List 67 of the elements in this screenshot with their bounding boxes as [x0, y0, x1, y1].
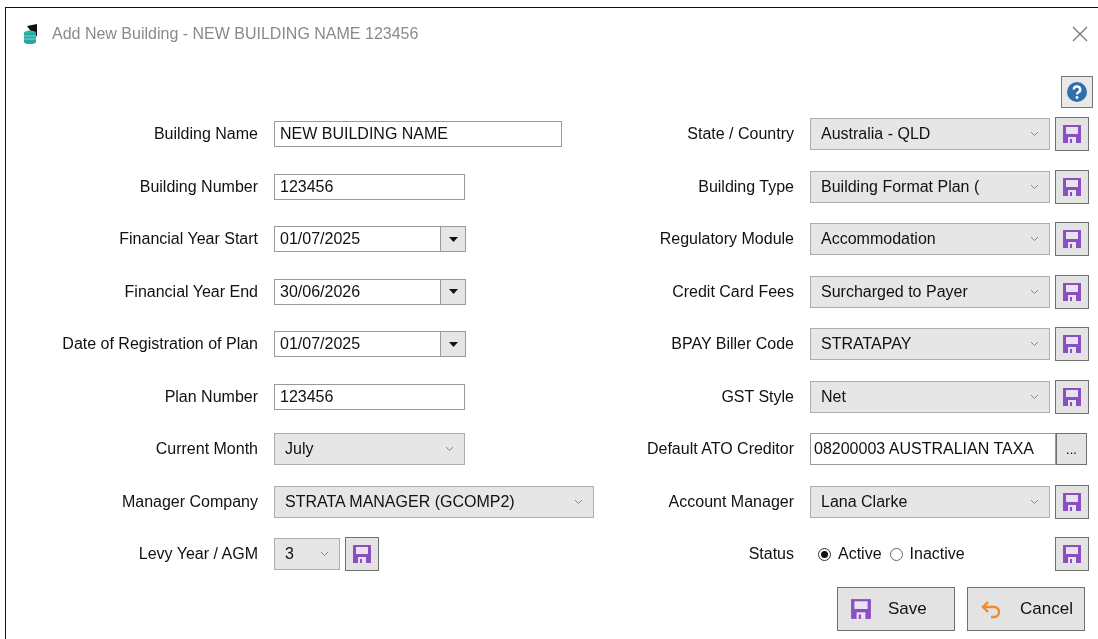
- chevron-down-icon: [1030, 393, 1039, 400]
- chevron-down-icon: [320, 551, 329, 558]
- field-label: GST Style: [720, 387, 795, 406]
- chevron-down-icon: [1030, 131, 1039, 138]
- chevron-down-icon: [1030, 183, 1039, 190]
- field-label: Account Manager: [667, 492, 795, 511]
- radio-option[interactable]: Active: [818, 545, 882, 564]
- save-button[interactable]: [1055, 379, 1089, 414]
- help-icon: [1066, 81, 1088, 103]
- chevron-down-icon: [1030, 236, 1039, 243]
- field-label: Date of Registration of Plan: [61, 335, 259, 354]
- field-label: State / Country: [686, 125, 795, 144]
- chevron-down-icon: [1030, 498, 1039, 505]
- field-label: Default ATO Creditor: [645, 440, 795, 459]
- help-button[interactable]: [1061, 76, 1093, 108]
- chevron-down-icon: [1030, 288, 1039, 295]
- save-button[interactable]: [1055, 222, 1089, 257]
- dropdown-field[interactable]: Accommodation: [810, 223, 1050, 256]
- date-field[interactable]: 01/07/2025: [274, 331, 466, 358]
- dropdown-arrow-icon: [448, 236, 458, 242]
- window-title: Add New Building - NEW BUILDING NAME 123456: [52, 25, 420, 43]
- save-button[interactable]: [1055, 537, 1089, 572]
- save-button[interactable]: [345, 537, 379, 572]
- chevron-down-icon: [574, 498, 583, 505]
- save-button[interactable]: Save: [837, 586, 955, 631]
- chevron-down-icon: [445, 446, 454, 453]
- close-icon[interactable]: [1072, 26, 1088, 42]
- cancel-button[interactable]: Cancel: [967, 586, 1085, 631]
- text-field[interactable]: 123456: [274, 383, 465, 410]
- field-label: Building Type: [697, 177, 795, 196]
- dropdown-field[interactable]: STRATA MANAGER (GCOMP2): [274, 485, 594, 518]
- dropdown-field[interactable]: Surcharged to Payer: [810, 275, 1050, 308]
- lookup-field[interactable]: 08200003 AUSTRALIAN TAXA: [810, 433, 1056, 466]
- field-label: Status: [747, 545, 795, 564]
- save-button[interactable]: [1055, 169, 1089, 204]
- field-label: Current Month: [154, 440, 259, 459]
- field-label: Financial Year End: [123, 282, 259, 301]
- field-label: Levy Year / AGM: [137, 545, 259, 564]
- browse-button[interactable]: ...: [1056, 433, 1087, 466]
- save-button[interactable]: [1055, 327, 1089, 362]
- field-label: Financial Year Start: [118, 230, 259, 249]
- text-field[interactable]: NEW BUILDING NAME: [274, 121, 562, 148]
- app-icon: [23, 24, 39, 44]
- dropdown-field[interactable]: Australia - QLD: [810, 118, 1050, 151]
- text-field[interactable]: 123456: [274, 173, 465, 200]
- dropdown-arrow-icon: [448, 341, 458, 347]
- save-button[interactable]: [1055, 484, 1089, 519]
- field-label: BPAY Biller Code: [670, 335, 795, 354]
- dropdown-field[interactable]: Lana Clarke: [810, 485, 1050, 518]
- chevron-down-icon: [1030, 341, 1039, 348]
- radio-option[interactable]: Inactive: [889, 545, 965, 564]
- save-button[interactable]: [1055, 117, 1089, 152]
- field-label: Manager Company: [120, 492, 259, 511]
- dropdown-field[interactable]: Net: [810, 380, 1050, 413]
- field-label: Building Number: [138, 177, 259, 196]
- date-field[interactable]: 01/07/2025: [274, 226, 466, 253]
- dropdown-field[interactable]: STRATAPAY: [810, 328, 1050, 361]
- date-field[interactable]: 30/06/2026: [274, 278, 466, 305]
- field-label: Plan Number: [163, 387, 259, 406]
- dropdown-field[interactable]: Building Format Plan (: [810, 170, 1050, 203]
- field-label: Building Name: [152, 125, 259, 144]
- field-label: Regulatory Module: [658, 230, 795, 249]
- dropdown-arrow-icon: [448, 289, 458, 295]
- save-button[interactable]: [1055, 274, 1089, 309]
- dropdown-field[interactable]: 3: [274, 538, 340, 571]
- dropdown-field[interactable]: July: [274, 433, 465, 466]
- field-label: Credit Card Fees: [671, 282, 795, 301]
